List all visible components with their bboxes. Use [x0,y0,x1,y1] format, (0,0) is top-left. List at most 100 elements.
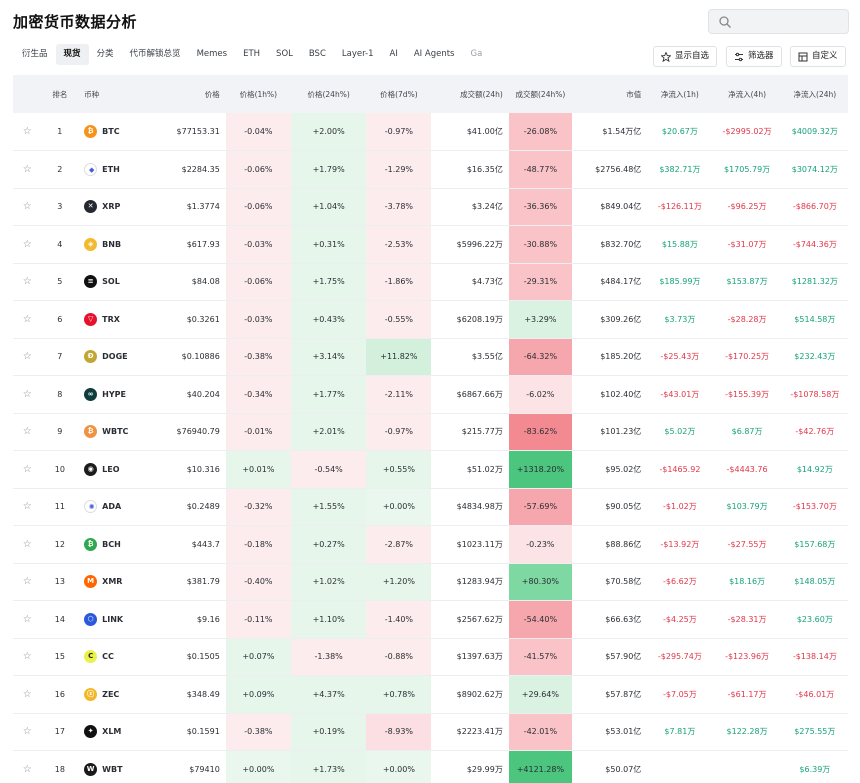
tab-item[interactable]: SOL [268,44,301,65]
table-row[interactable]: ☆ 4 ◈ BNB $617.93 -0.03% +0.31% -2.53% $5996.22万… [13,225,848,264]
coin-cell[interactable]: ✺ ADA [78,488,147,526]
rank-cell: 3 [57,202,63,212]
table-row[interactable]: ☆ 14 ⬡ LINK $9.16 -0.11% +1.10% -1.40% $2567.62万… [13,600,848,639]
coin-cell[interactable]: W WBT [78,751,147,783]
coin-cell[interactable]: ₿ WBTC [78,413,147,451]
coin-cell[interactable]: ✕ XRP [78,188,147,226]
search-box[interactable] [708,9,849,34]
change-7d-cell: +11.82% [366,338,432,376]
column-header[interactable]: 价格(7d%) [366,75,431,113]
coin-symbol: LEO [102,464,120,474]
tab-item[interactable]: AI Agents [406,44,463,65]
tab-item[interactable]: AI [382,44,406,65]
tab-item[interactable]: Layer-1 [334,44,382,65]
tab-item[interactable]: 衍生品 [14,44,56,65]
column-header[interactable]: 价格(24h%) [291,75,366,113]
tab-item[interactable]: BSC [301,44,334,65]
watch-star-icon[interactable]: ☆ [13,376,42,414]
change-24h-cell: +1.02% [290,563,367,601]
watch-star-icon[interactable]: ☆ [13,113,42,151]
column-header[interactable]: 成交额(24h%) [509,75,572,113]
column-header[interactable]: 成交额(24h) [431,75,508,113]
table-row[interactable]: ☆ 15 C CC $0.1505 +0.07% -1.38% -0.88% $1397.63万… [13,638,848,676]
coin-cell[interactable]: ₿ BCH [78,526,147,564]
table-row[interactable]: ☆ 12 ₿ BCH $443.7 -0.18% +0.27% -2.87% $1023.11万… [13,525,848,564]
customize-button[interactable]: 自定义 [790,46,846,67]
watch-star-icon[interactable]: ☆ [13,563,42,601]
column-header[interactable]: 排名 [42,75,79,113]
price-cell: $76940.79 [176,427,220,437]
table-row[interactable]: ☆ 16 ⓩ ZEC $348.49 +0.09% +4.37% +0.78% $8902.62… [13,675,848,714]
coin-cell[interactable]: ✦ XLM [78,713,147,751]
inflow-24h-cell: $157.68万 [794,539,836,549]
watch-star-icon[interactable]: ☆ [13,601,42,639]
watchlist-button[interactable]: 显示自选 [653,46,718,67]
tab-item[interactable]: 现货 [55,44,89,65]
table-row[interactable]: ☆ 9 ₿ WBTC $76940.79 -0.01% +2.01% -0.97% $215.7… [13,413,848,451]
table-row[interactable]: ☆ 18 W WBT $79410 +0.00% +1.73% +0.00% $29.99万 +4… [13,750,848,783]
watch-star-icon[interactable]: ☆ [13,263,42,301]
coin-cell[interactable]: ◆ ETH [78,151,147,189]
watch-star-icon[interactable]: ☆ [13,713,42,751]
rank-cell: 16 [54,689,65,699]
table-row[interactable]: ☆ 5 ≡ SOL $84.08 -0.06% +1.75% -1.86% $4.73亿 -29.… [13,263,848,301]
change-1h-cell: -0.03% [225,225,291,263]
tab-item[interactable]: 分类 [89,44,122,65]
tab-item[interactable]: Ga [462,44,490,65]
watch-star-icon[interactable]: ☆ [13,638,42,676]
coin-cell[interactable]: ◈ BNB [78,226,147,264]
coin-cell[interactable]: M XMR [78,563,147,601]
coin-cell[interactable]: ⬡ LINK [78,601,147,639]
table-row[interactable]: ☆ 2 ◆ ETH $2284.35 -0.06% +1.79% -1.29% $16.35亿 -… [13,150,848,189]
column-header[interactable]: 净流入(1h) [647,75,712,113]
table-row[interactable]: ☆ 8 ∞ HYPE $40.204 -0.34% +1.77% -2.11% $6867.66… [13,375,848,414]
watch-star-icon[interactable]: ☆ [13,338,42,376]
watch-star-icon[interactable]: ☆ [13,676,42,714]
inflow-24h-cell: -$42.76万 [795,427,835,437]
tab-item[interactable]: 代币解锁总览 [122,44,189,65]
column-header[interactable]: 币种 [78,75,147,113]
table-row[interactable]: ☆ 11 ✺ ADA $0.2489 -0.32% +1.55% +0.00% $4834.98… [13,488,848,526]
table-row[interactable]: ☆ 13 M XMR $381.79 -0.40% +1.02% +1.20% $1283.94… [13,563,848,601]
column-header[interactable]: 价格(1h%) [226,75,291,113]
coin-cell[interactable]: ₿ BTC [78,113,147,151]
tab-item[interactable]: ETH [235,44,268,65]
coin-symbol: TRX [102,314,120,324]
column-header[interactable]: 市值 [572,75,647,113]
table-row[interactable]: ☆ 7 Ð DOGE $0.10886 -0.38% +3.14% +11.82% $3.55亿… [13,338,848,376]
table-row[interactable]: ☆ 17 ✦ XLM $0.1591 -0.38% +0.19% -8.93% $2223.41… [13,713,848,751]
watch-star-icon[interactable]: ☆ [13,188,42,226]
table-row[interactable]: ☆ 10 ◉ LEO $10.316 +0.01% -0.54% +0.55% $51.02万 +… [13,450,848,489]
watch-star-icon[interactable]: ☆ [13,451,42,489]
column-header[interactable]: 价格 [147,75,225,113]
watch-star-icon[interactable]: ☆ [13,751,42,783]
watch-star-icon[interactable]: ☆ [13,488,42,526]
coin-cell[interactable]: ◉ LEO [78,451,147,489]
volume-change-cell: -6.02% [508,375,572,413]
customize-label: 自定义 [812,51,838,61]
watch-star-icon[interactable]: ☆ [13,413,42,451]
coin-cell[interactable]: C CC [78,638,147,676]
coin-cell[interactable]: ≡ SOL [78,263,147,301]
inflow-24h-cell: $4009.32万 [791,127,838,136]
coin-cell[interactable]: ⓩ ZEC [78,676,147,714]
column-header[interactable]: 净流入(4h) [712,75,781,113]
column-header[interactable]: 净流入(24h) [782,75,848,113]
change-1h-cell: -0.06% [225,263,291,301]
change-24h-cell: +2.00% [290,113,367,151]
tab-item[interactable]: Memes [189,44,236,65]
coin-cell[interactable]: ∞ HYPE [78,376,147,414]
table-row[interactable]: ☆ 3 ✕ XRP $1.3774 -0.06% +1.04% -3.78% $3.24亿 -36… [13,188,848,226]
table-row[interactable]: ☆ 6 ▽ TRX $0.3261 -0.03% +0.43% -0.55% $6208.19万… [13,300,848,339]
table-row[interactable]: ☆ 1 ₿ BTC $77153.31 -0.04% +2.00% -0.97% $41.00亿… [13,113,848,151]
watch-star-icon[interactable]: ☆ [13,301,42,339]
watch-star-icon[interactable]: ☆ [13,226,42,264]
market-cap-cell: $50.07亿 [605,764,642,774]
watch-star-icon[interactable]: ☆ [13,151,42,189]
coin-cell[interactable]: ▽ TRX [78,301,147,339]
coin-cell[interactable]: Ð DOGE [78,338,147,376]
filter-button[interactable]: 筛选器 [726,46,782,67]
change-24h-cell: +2.01% [290,413,367,451]
search-input[interactable] [737,13,845,31]
watch-star-icon[interactable]: ☆ [13,526,42,564]
